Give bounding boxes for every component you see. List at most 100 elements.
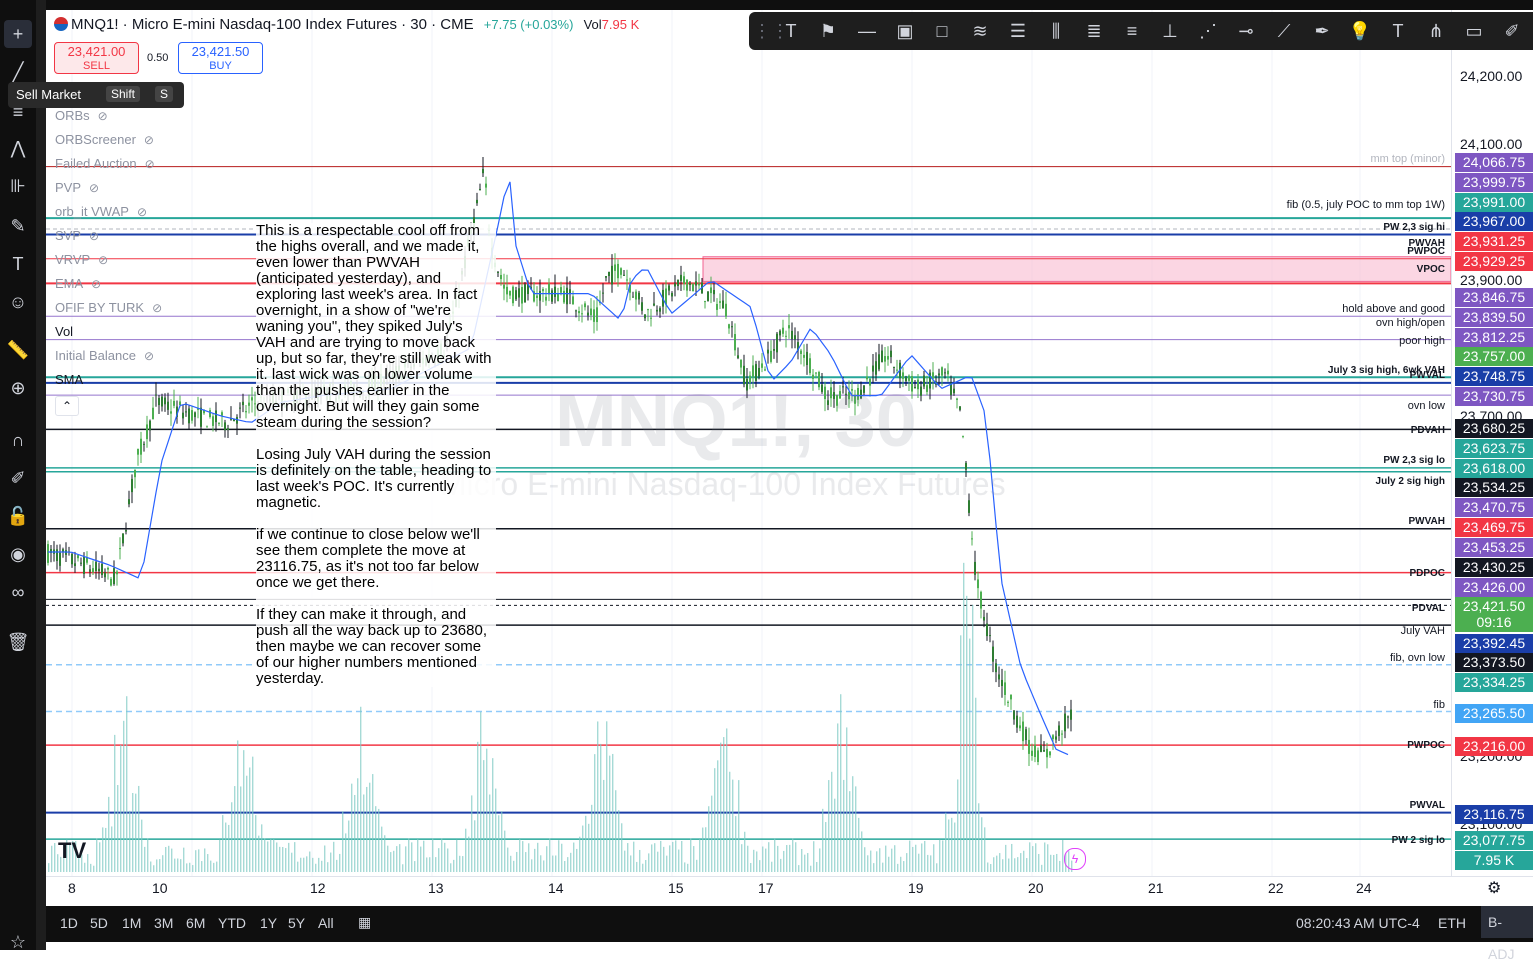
range-button-3m[interactable]: 3M xyxy=(154,915,173,931)
hidden-eye-icon[interactable]: ⊘ xyxy=(98,109,108,123)
indicator-failed-auction[interactable]: Failed Auction ⊘ xyxy=(55,156,155,171)
symbol-legend[interactable]: MNQ1! · Micro E-mini Nasdaq-100 Index Fu… xyxy=(54,16,639,33)
collapse-legend-button[interactable]: ⌃ xyxy=(55,396,79,416)
range-button-6m[interactable]: 6M xyxy=(186,915,205,931)
range-button-all[interactable]: All xyxy=(318,915,334,931)
hidden-eye-icon[interactable]: ⊘ xyxy=(137,205,147,219)
level-label[interactable]: VPOC xyxy=(1417,264,1445,275)
hidden-eye-icon[interactable]: ⊘ xyxy=(98,253,108,267)
cross-line-icon[interactable]: ⊥ xyxy=(1158,19,1182,43)
pattern-icon[interactable]: ⋀ xyxy=(4,134,32,162)
indicator-vrvp[interactable]: VRVP ⊘ xyxy=(55,252,108,267)
level-label[interactable]: mm top (minor) xyxy=(1370,153,1445,165)
level-label[interactable]: fib, ovn low xyxy=(1390,652,1445,664)
path-tool-icon[interactable]: ⋰ xyxy=(1196,19,1220,43)
indicator-orbs[interactable]: ORBs ⊘ xyxy=(55,108,108,123)
hidden-eye-icon[interactable]: ⊘ xyxy=(144,133,154,147)
level-label[interactable]: hold above and good xyxy=(1342,303,1445,315)
ray-tool-icon[interactable]: ⊸ xyxy=(1234,19,1258,43)
level-label[interactable]: July VAH xyxy=(1401,625,1445,637)
star-icon[interactable]: ☆ xyxy=(4,928,32,956)
level-label[interactable]: PWPOC xyxy=(1407,246,1445,257)
text-tool-icon[interactable]: T xyxy=(779,19,803,43)
trash-icon[interactable]: 🗑 xyxy=(4,628,32,656)
buy-button[interactable]: 23,421.50 BUY xyxy=(178,42,263,74)
range-button-5d[interactable]: 5D xyxy=(90,915,108,931)
indicator-ema[interactable]: EMA ⊘ xyxy=(55,276,101,291)
level-label[interactable]: PDVAL xyxy=(1412,603,1445,614)
level-label[interactable]: ovn high/open xyxy=(1376,317,1445,329)
lock-icon[interactable]: 🔓 xyxy=(4,502,32,530)
lock-drawing-icon[interactable]: ✐ xyxy=(4,464,32,492)
parallel-channel-icon[interactable]: ☰ xyxy=(1006,19,1030,43)
fib-retracement-icon[interactable]: ≣ xyxy=(1082,19,1106,43)
indicator-pvp[interactable]: PVP ⊘ xyxy=(55,180,99,195)
fib-fan-icon[interactable]: ≋ xyxy=(968,19,992,43)
time-axis[interactable]: 8 10 12 13 14 15 17 19 20 21 22 24 xyxy=(46,876,1533,901)
sell-button[interactable]: 23,421.00 SELL xyxy=(54,42,139,74)
drag-handle-icon[interactable]: ⋮⋮ xyxy=(753,19,789,43)
level-label[interactable]: PW 2 sig lo xyxy=(1392,835,1445,846)
ruler-icon[interactable]: 📏 xyxy=(4,336,32,364)
magnet-icon[interactable]: ∩ xyxy=(4,426,32,454)
text-settings-icon[interactable]: T xyxy=(1386,19,1410,43)
emoji-icon[interactable]: ☺ xyxy=(4,288,32,316)
draw-icon[interactable]: ✐ xyxy=(1500,19,1524,43)
settings-gear-icon[interactable]: ⚙ xyxy=(1487,878,1501,898)
indicator-svp[interactable]: SVP ⊘ xyxy=(55,228,99,243)
hidden-eye-icon[interactable]: ⊘ xyxy=(144,349,154,363)
level-label[interactable]: fib (0.5, july POC to mm top 1W) xyxy=(1287,199,1445,211)
level-label[interactable]: PDPOC xyxy=(1409,568,1445,579)
level-label[interactable]: PW 2,3 sig lo xyxy=(1383,455,1445,466)
hidden-eye-icon[interactable]: ⊘ xyxy=(152,301,162,315)
indicator-sma[interactable]: SMA xyxy=(55,372,83,387)
level-label[interactable]: PW 2,3 sig hi xyxy=(1383,222,1445,233)
flag-tool-icon[interactable]: ⚑ xyxy=(816,19,840,43)
text-icon[interactable]: T xyxy=(4,250,32,278)
calendar-range-icon[interactable]: ▦ xyxy=(358,914,371,931)
clock-display[interactable]: 08:20:43 AM UTC-4 xyxy=(1296,915,1420,931)
hidden-eye-icon[interactable]: ⊘ xyxy=(145,157,155,171)
indicator-orb-it-vwap[interactable]: orb_it VWAP ⊘ xyxy=(55,204,147,219)
idea-icon[interactable]: 💡 xyxy=(1348,19,1372,43)
pitchfork-icon[interactable]: ⋔ xyxy=(1424,19,1448,43)
trend-line-icon[interactable]: ⟋ xyxy=(1272,19,1296,43)
range-button-1y[interactable]: 1Y xyxy=(260,915,277,931)
brush-icon[interactable]: ✎ xyxy=(4,212,32,240)
range-button-ytd[interactable]: YTD xyxy=(218,915,246,931)
level-label[interactable]: PWVAL xyxy=(1410,800,1445,811)
hidden-eye-icon[interactable]: ⊘ xyxy=(89,229,99,243)
crosshair-icon[interactable]: + xyxy=(4,20,32,48)
zoom-icon[interactable]: ⊕ xyxy=(4,374,32,402)
eye-icon[interactable]: ◉ xyxy=(4,540,32,568)
image-tool-icon[interactable]: ▣ xyxy=(893,19,917,43)
indicator-ofif-by-turk[interactable]: OFIF BY TURK ⊘ xyxy=(55,300,162,315)
range-button-1m[interactable]: 1M xyxy=(122,915,141,931)
level-label[interactable]: PWVAL xyxy=(1410,370,1445,381)
horizontal-line-icon[interactable]: — xyxy=(855,19,879,43)
rectangle-tool-icon[interactable]: □ xyxy=(930,19,954,43)
indicator-vol[interactable]: Vol xyxy=(55,324,73,339)
link-icon[interactable]: ∞ xyxy=(4,578,32,606)
level-label[interactable]: July 2 sig high xyxy=(1376,476,1445,487)
session-toggle[interactable]: ETH xyxy=(1438,915,1466,931)
lightning-icon[interactable]: ϟ xyxy=(1064,848,1086,870)
level-label[interactable]: PWVAH xyxy=(1409,516,1445,527)
hidden-eye-icon[interactable]: ⊘ xyxy=(89,181,99,195)
range-button-5y[interactable]: 5Y xyxy=(288,915,305,931)
level-label[interactable]: PDVAH xyxy=(1411,425,1445,436)
fib-extension-icon[interactable]: ≡ xyxy=(1120,19,1144,43)
forecast-icon[interactable]: ⊪ xyxy=(4,172,32,200)
hidden-eye-icon[interactable]: ⊘ xyxy=(91,277,101,291)
indicator-initial-balance[interactable]: Initial Balance ⊘ xyxy=(55,348,154,363)
volume-profile-icon[interactable]: ⫼ xyxy=(1044,19,1068,43)
level-label[interactable]: poor high xyxy=(1399,335,1445,347)
pen-tool-icon[interactable]: ✒ xyxy=(1310,19,1334,43)
level-label[interactable]: ovn low xyxy=(1408,400,1445,412)
level-label[interactable]: PWPOC xyxy=(1407,740,1445,751)
range-button-1d[interactable]: 1D xyxy=(60,915,78,931)
comment-icon[interactable]: ▭ xyxy=(1462,19,1486,43)
adjustment-toggle[interactable]: B-ADJ xyxy=(1481,906,1533,962)
level-label[interactable]: fib xyxy=(1433,699,1445,711)
indicator-orbscreener[interactable]: ORBScreener ⊘ xyxy=(55,132,154,147)
